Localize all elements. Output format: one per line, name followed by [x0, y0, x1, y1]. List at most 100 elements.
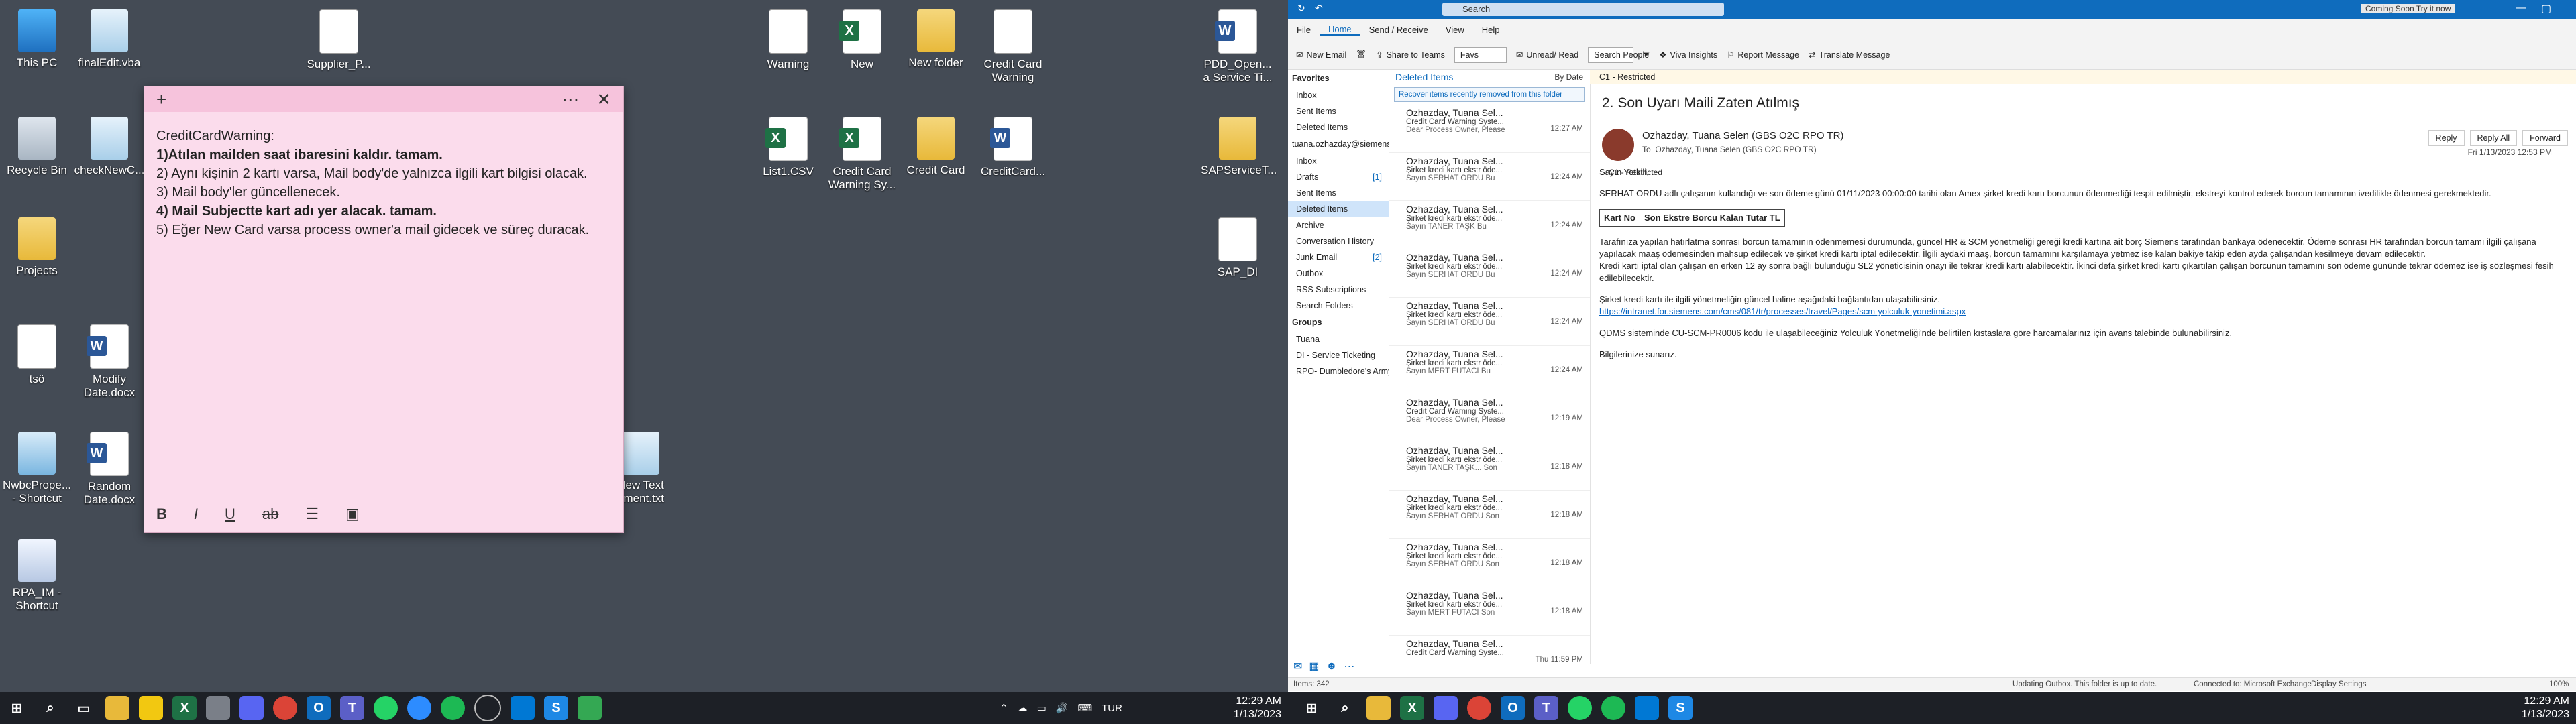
title-search-box[interactable]: Search	[1442, 3, 1724, 16]
strikethrough-button[interactable]: ab	[262, 505, 278, 523]
desktop-icon[interactable]: Random Date.docx	[72, 432, 146, 507]
message-item[interactable]: Ozhazday, Tuana Sel... Şirket kredi kartı…	[1389, 442, 1590, 491]
battery-icon[interactable]: ▭	[1037, 702, 1046, 714]
volume-icon[interactable]: 🔊	[1056, 702, 1069, 714]
desktop-icon[interactable]: SAPServiceT...	[1201, 117, 1277, 177]
spotify-icon[interactable]	[441, 696, 465, 720]
folder-item[interactable]: Outbox	[1288, 265, 1389, 282]
recipient-name[interactable]: Ozhazday, Tuana Selen (GBS O2C RPO TR)	[1655, 145, 1816, 154]
desktop-icon[interactable]: Credit Card	[899, 117, 973, 177]
message-item[interactable]: Ozhazday, Tuana Sel... Şirket kredi kartı…	[1389, 298, 1590, 346]
app-icon[interactable]	[206, 696, 230, 720]
message-item[interactable]: Ozhazday, Tuana Sel... Şirket kredi kartı…	[1389, 201, 1590, 249]
desktop-icon[interactable]: CreditCard...	[976, 117, 1050, 178]
message-item[interactable]: Ozhazday, Tuana Sel... Şirket kredi kartı…	[1389, 153, 1590, 201]
desktop-icon[interactable]: Supplier_P...	[302, 9, 376, 71]
windows-start-icon[interactable]: ⊞	[5, 696, 29, 720]
desktop-icon[interactable]: RPA_IM - Shortcut	[0, 539, 74, 613]
reply-all-button[interactable]: Reply All	[2469, 130, 2518, 146]
message-item[interactable]: Ozhazday, Tuana Sel... Credit Card Warnin…	[1389, 105, 1590, 153]
taskbar-clock[interactable]: 12:29 AM 1/13/2023	[1181, 695, 1281, 721]
folder-item[interactable]: RSS Subscriptions	[1288, 282, 1389, 298]
file-explorer-icon[interactable]	[1366, 696, 1391, 720]
vscode-icon[interactable]	[1635, 696, 1659, 720]
search-people-input[interactable]: Search People	[1588, 46, 1649, 63]
zoom-level[interactable]: 100%	[2549, 678, 2569, 691]
sap-icon[interactable]: S	[1668, 696, 1693, 720]
desktop-icon[interactable]: Warning	[751, 9, 825, 71]
avatar[interactable]	[1602, 129, 1634, 161]
desktop-icon[interactable]: List1.CSV	[751, 117, 825, 178]
intranet-link[interactable]: https://intranet.for.siemens.com/cms/081…	[1599, 306, 1966, 316]
insert-image-button[interactable]: ▣	[345, 505, 360, 523]
italic-button[interactable]: I	[194, 505, 198, 523]
outlook-icon[interactable]: O	[1501, 696, 1525, 720]
message-item[interactable]: Ozhazday, Tuana Sel... Şirket kredi kartı…	[1389, 587, 1590, 636]
teams-icon[interactable]: T	[340, 696, 364, 720]
menu-send-receive[interactable]: Send / Receive	[1360, 25, 1437, 35]
desktop-icon[interactable]: This PC	[0, 9, 74, 70]
sheets-icon[interactable]	[578, 696, 602, 720]
desktop-icon[interactable]: Projects	[0, 217, 74, 278]
spotify-icon[interactable]	[1601, 696, 1625, 720]
excel-icon[interactable]: X	[1400, 696, 1424, 720]
delete-button[interactable]: 🗑	[1356, 50, 1366, 60]
message-item[interactable]: Ozhazday, Tuana Sel... Şirket kredi kartı…	[1389, 491, 1590, 539]
report-message-button[interactable]: ⚐ Report Message	[1727, 50, 1799, 60]
more-options-icon[interactable]: ⋯	[561, 89, 579, 110]
chrome-icon[interactable]	[1467, 696, 1491, 720]
discord-icon[interactable]	[1434, 696, 1458, 720]
sticky-note-titlebar[interactable]: + ⋯ ✕	[144, 86, 623, 112]
chrome-icon[interactable]	[273, 696, 297, 720]
folder-item[interactable]: Sent Items	[1288, 103, 1389, 119]
sender-name[interactable]: Ozhazday, Tuana Selen (GBS O2C RPO TR)	[1642, 130, 1843, 141]
reply-button[interactable]: Reply	[2428, 130, 2465, 146]
message-item[interactable]: Ozhazday, Tuana Sel... Şirket kredi kartı…	[1389, 539, 1590, 587]
message-item[interactable]: Ozhazday, Tuana Sel... Credit Card Warnin…	[1389, 394, 1590, 442]
sort-dropdown[interactable]: By Date	[1554, 70, 1583, 84]
sticky-note-window[interactable]: + ⋯ ✕ CreditCardWarning: 1)Atılan mailden…	[144, 86, 624, 533]
whatsapp-icon[interactable]	[1568, 696, 1592, 720]
folder-item[interactable]: Deleted Items	[1288, 201, 1389, 217]
desktop-icon[interactable]: finalEdit.vba	[72, 9, 146, 70]
translate-button[interactable]: ⇄ Translate Message	[1809, 50, 1890, 60]
menu-view[interactable]: View	[1437, 25, 1473, 35]
taskbar2-clock[interactable]: 12:29 AM 1/13/2023	[2469, 695, 2569, 721]
language-indicator[interactable]: TUR	[1102, 703, 1122, 714]
desktop-icon[interactable]: New	[825, 9, 899, 71]
bold-button[interactable]: B	[156, 505, 167, 523]
message-item[interactable]: Ozhazday, Tuana Sel... Şirket kredi kartı…	[1389, 249, 1590, 298]
desktop-icon[interactable]: New folder	[899, 9, 973, 70]
viva-insights-button[interactable]: ❖ Viva Insights	[1659, 50, 1717, 60]
wifi-icon[interactable]: ☁	[1018, 702, 1028, 714]
folder-item[interactable]: Tuana	[1288, 331, 1389, 347]
folder-item[interactable]: Inbox	[1288, 87, 1389, 103]
folder-item[interactable]: Search Folders	[1288, 298, 1389, 314]
minimize-icon[interactable]: —	[2516, 2, 2526, 15]
search-icon[interactable]: ⌕	[1333, 696, 1357, 720]
calendar-module-icon[interactable]: ▦	[1309, 660, 1319, 673]
unread-read-button[interactable]: ✉ Unread/ Read	[1516, 50, 1578, 60]
forward-button[interactable]: Forward	[2522, 130, 2568, 146]
folder-item[interactable]: Drafts [1]	[1288, 169, 1389, 185]
excel-icon[interactable]: X	[172, 696, 197, 720]
groups-header[interactable]: Groups	[1288, 314, 1389, 331]
sticky-notes-icon[interactable]	[139, 696, 163, 720]
app-circle-icon[interactable]	[474, 695, 501, 721]
zoom-icon[interactable]	[407, 696, 431, 720]
folder-item[interactable]: Sent Items	[1288, 185, 1389, 201]
favs-dropdown[interactable]: Favs	[1454, 46, 1507, 63]
discord-icon[interactable]	[239, 696, 264, 720]
desktop-icon[interactable]: SAP_DI	[1201, 217, 1275, 279]
new-email-button[interactable]: ✉ New Email	[1296, 50, 1346, 60]
display-settings-button[interactable]: Display Settings	[2311, 678, 2366, 691]
folder-item[interactable]: Archive	[1288, 217, 1389, 233]
list-button[interactable]: ☰	[305, 505, 319, 523]
maximize-icon[interactable]: ▢	[2541, 2, 2551, 15]
sap-icon[interactable]: S	[544, 696, 568, 720]
vscode-icon[interactable]	[511, 696, 535, 720]
folder-item[interactable]: Conversation History	[1288, 233, 1389, 249]
keyboard-icon[interactable]: ⌨	[1077, 702, 1092, 714]
whatsapp-icon[interactable]	[374, 696, 398, 720]
filter-button[interactable]: ⏷	[1643, 50, 1650, 60]
